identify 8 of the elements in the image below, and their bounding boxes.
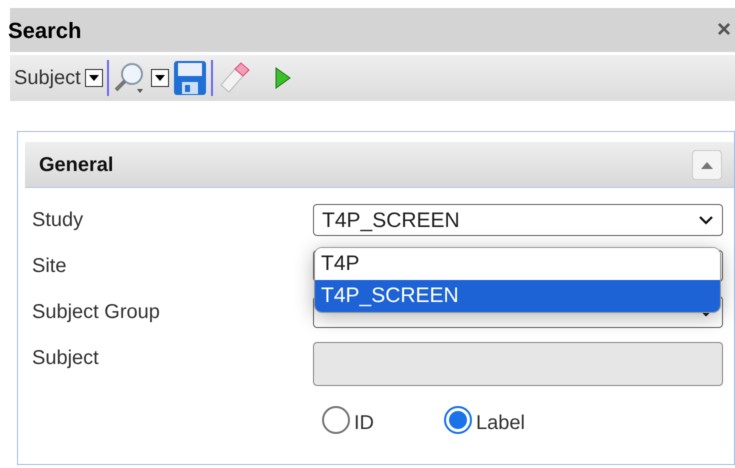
radio-label: ID (354, 411, 374, 436)
field-label: Site (32, 254, 68, 279)
panel-title: General (39, 152, 114, 178)
field-label: Study (32, 208, 84, 233)
radio-label: Label (476, 411, 525, 436)
field-label: Subject Group (32, 300, 161, 325)
field-label: Subject (32, 346, 100, 371)
window-title: Search (8, 16, 82, 44)
